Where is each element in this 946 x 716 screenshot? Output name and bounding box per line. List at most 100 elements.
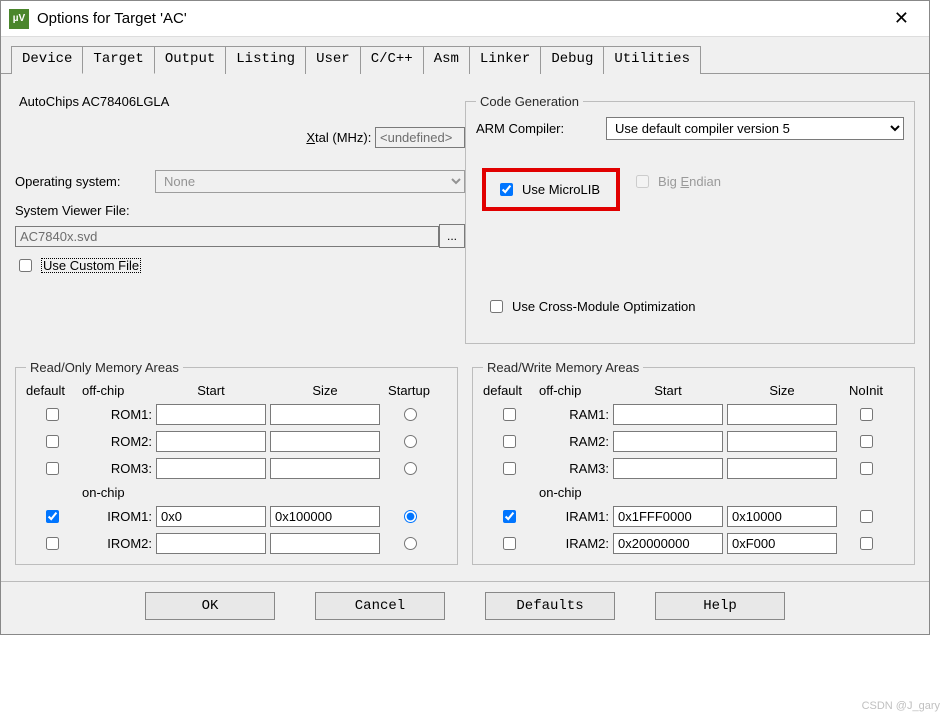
ram3-noinit[interactable]	[860, 462, 873, 475]
tab-output[interactable]: Output	[154, 46, 226, 74]
irom1-startup[interactable]	[404, 510, 417, 523]
tab-target[interactable]: Target	[82, 46, 154, 74]
ram1-size[interactable]	[727, 404, 837, 425]
device-name-label: AutoChips AC78406LGLA	[19, 94, 465, 109]
microlib-highlight: Use MicroLIB	[482, 168, 620, 211]
xtal-input[interactable]	[375, 127, 465, 148]
hdr-noinit: NoInit	[841, 383, 891, 398]
use-microlib-label: Use MicroLIB	[522, 182, 600, 197]
button-bar: OK Cancel Defaults Help	[1, 581, 929, 634]
compiler-select[interactable]: Use default compiler version 5	[606, 117, 904, 140]
hdr-default2: default	[483, 383, 535, 398]
xtal-label: Xtal (MHz):	[306, 130, 371, 145]
ram3-start[interactable]	[613, 458, 723, 479]
iram2-label: IRAM2:	[539, 536, 609, 551]
irom2-size[interactable]	[270, 533, 380, 554]
rom1-default[interactable]	[46, 408, 59, 421]
svf-label: System Viewer File:	[15, 203, 465, 218]
iram2-size[interactable]	[727, 533, 837, 554]
big-endian-checkbox	[636, 175, 649, 188]
tab-device[interactable]: Device	[11, 46, 83, 74]
ram3-size[interactable]	[727, 458, 837, 479]
tab-linker[interactable]: Linker	[469, 46, 541, 74]
cancel-button[interactable]: Cancel	[315, 592, 445, 620]
tab-user[interactable]: User	[305, 46, 361, 74]
hdr-start: Start	[156, 383, 266, 398]
ram2-default[interactable]	[503, 435, 516, 448]
rom2-size[interactable]	[270, 431, 380, 452]
hdr-onchip-ro: on-chip	[82, 485, 152, 500]
hdr-startup: Startup	[384, 383, 434, 398]
rom2-start[interactable]	[156, 431, 266, 452]
hdr-offchip: off-chip	[82, 383, 152, 398]
irom1-size[interactable]	[270, 506, 380, 527]
rom3-startup[interactable]	[404, 462, 417, 475]
rom1-startup[interactable]	[404, 408, 417, 421]
readonly-legend: Read/Only Memory Areas	[26, 360, 183, 375]
readwrite-legend: Read/Write Memory Areas	[483, 360, 643, 375]
window-title: Options for Target 'AC'	[37, 10, 882, 27]
app-icon: µV	[9, 9, 29, 29]
rom1-start[interactable]	[156, 404, 266, 425]
use-custom-file-checkbox[interactable]	[19, 259, 32, 272]
os-label: Operating system:	[15, 174, 155, 189]
use-custom-file-label: Use Custom File	[41, 258, 141, 273]
tab-listing[interactable]: Listing	[225, 46, 306, 74]
hdr-start2: Start	[613, 383, 723, 398]
ram2-size[interactable]	[727, 431, 837, 452]
defaults-button[interactable]: Defaults	[485, 592, 615, 620]
rom1-label: ROM1:	[82, 407, 152, 422]
use-microlib-checkbox[interactable]	[500, 183, 513, 196]
rom3-size[interactable]	[270, 458, 380, 479]
irom2-default[interactable]	[46, 537, 59, 550]
cross-module-checkbox[interactable]	[490, 300, 503, 313]
tab-utilities[interactable]: Utilities	[603, 46, 701, 74]
rom2-label: ROM2:	[82, 434, 152, 449]
tab-debug[interactable]: Debug	[540, 46, 604, 74]
rom2-default[interactable]	[46, 435, 59, 448]
ram1-noinit[interactable]	[860, 408, 873, 421]
ram2-label: RAM2:	[539, 434, 609, 449]
rom3-default[interactable]	[46, 462, 59, 475]
ram1-default[interactable]	[503, 408, 516, 421]
iram1-default[interactable]	[503, 510, 516, 523]
iram1-start[interactable]	[613, 506, 723, 527]
ram1-start[interactable]	[613, 404, 723, 425]
iram2-start[interactable]	[613, 533, 723, 554]
irom2-startup[interactable]	[404, 537, 417, 550]
hdr-onchip-rw: on-chip	[539, 485, 609, 500]
ram1-label: RAM1:	[539, 407, 609, 422]
tab-body: AutoChips AC78406LGLA Xtal (MHz): Operat…	[1, 74, 929, 581]
big-endian-label: Big Endian	[658, 174, 721, 189]
ram2-noinit[interactable]	[860, 435, 873, 448]
codegen-legend: Code Generation	[476, 94, 583, 109]
cross-module-label: Use Cross-Module Optimization	[512, 299, 696, 314]
close-icon[interactable]: ✕	[882, 4, 921, 33]
help-button[interactable]: Help	[655, 592, 785, 620]
ram2-start[interactable]	[613, 431, 723, 452]
iram1-noinit[interactable]	[860, 510, 873, 523]
iram2-default[interactable]	[503, 537, 516, 550]
readonly-group: Read/Only Memory Areas default off-chip …	[15, 360, 458, 565]
rom2-startup[interactable]	[404, 435, 417, 448]
ram3-default[interactable]	[503, 462, 516, 475]
svf-input[interactable]	[15, 226, 439, 247]
rom1-size[interactable]	[270, 404, 380, 425]
iram1-size[interactable]	[727, 506, 837, 527]
os-select[interactable]: None	[155, 170, 465, 193]
irom1-start[interactable]	[156, 506, 266, 527]
iram2-noinit[interactable]	[860, 537, 873, 550]
ok-button[interactable]: OK	[145, 592, 275, 620]
irom2-label: IROM2:	[82, 536, 152, 551]
irom1-default[interactable]	[46, 510, 59, 523]
irom2-start[interactable]	[156, 533, 266, 554]
tab-asm[interactable]: Asm	[423, 46, 470, 74]
tab-cpp[interactable]: C/C++	[360, 46, 424, 74]
readwrite-group: Read/Write Memory Areas default off-chip…	[472, 360, 915, 565]
watermark: CSDN @J_gary	[862, 700, 940, 712]
svf-browse-button[interactable]: ...	[439, 224, 465, 248]
iram1-label: IRAM1:	[539, 509, 609, 524]
codegen-group: Code Generation ARM Compiler: Use defaul…	[465, 94, 915, 344]
irom1-label: IROM1:	[82, 509, 152, 524]
rom3-start[interactable]	[156, 458, 266, 479]
